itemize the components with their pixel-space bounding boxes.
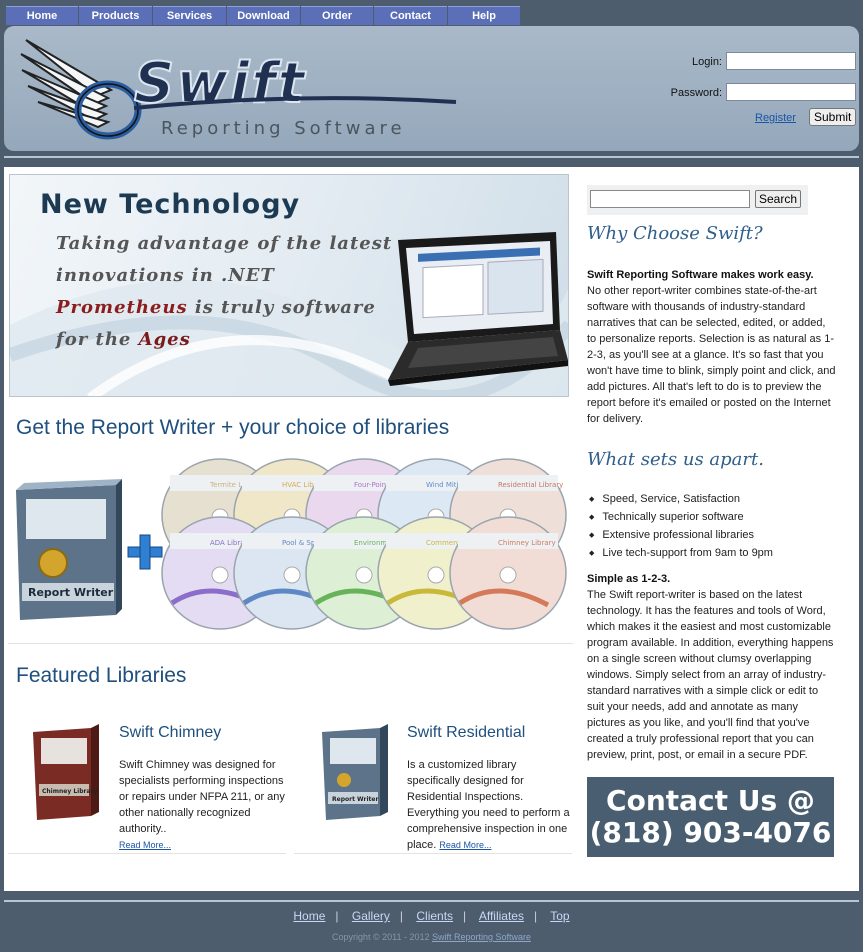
nav-products[interactable]: Products [79, 6, 152, 25]
footer-separator: | [463, 909, 467, 923]
footer-links: Home | Gallery | Clients | Affiliates | Top [0, 909, 863, 923]
simple-lead: Simple as 1-2-3. [587, 573, 671, 585]
why-lead: Swift Reporting Software makes work easy… [587, 269, 814, 281]
search-input[interactable] [590, 190, 750, 208]
feature-divider-right [294, 853, 572, 854]
logo-tagline: Reporting Software [161, 118, 406, 139]
hero-line-4: for the Ages [56, 329, 191, 350]
login-label: Login: [692, 56, 722, 68]
copyright-text: Copyright © 2011 - 2012 [331, 932, 430, 942]
site-header: Swift Reporting Software Login: Password… [4, 26, 859, 151]
footer-top[interactable]: Top [550, 909, 569, 923]
feature-text-residential: Is a customized library specifically des… [407, 757, 572, 853]
nav-contact[interactable]: Contact [374, 6, 447, 25]
login-input[interactable] [726, 52, 856, 70]
main-content: New Technology Taking advantage of the l… [4, 167, 859, 891]
residential-box-label: Report Writer [332, 796, 378, 803]
report-writer-box: Report Writer [16, 479, 122, 620]
chimney-library-box[interactable]: Chimney Library [29, 724, 103, 822]
why-text: Swift Reporting Software makes work easy… [587, 267, 837, 427]
hero-line-1: Taking advantage of the latest [56, 233, 393, 254]
why-heading: Why Choose Swift? [587, 223, 763, 244]
libraries-graphic[interactable]: Report Writer Termite Library HVAC Librar… [8, 455, 573, 635]
feature-desc-chimney: Swift Chimney was designed for specialis… [119, 759, 285, 835]
password-input[interactable] [726, 83, 856, 101]
bullet-item: Speed, Service, Satisfaction [587, 491, 773, 509]
library-disc: Chimney Library [449, 516, 567, 630]
search-button[interactable]: Search [755, 190, 802, 208]
nav-home[interactable]: Home [6, 6, 78, 25]
footer-divider [4, 900, 859, 902]
contact-phone: (818) 903-4076 [589, 816, 832, 849]
hero-product-name: Prometheus [56, 297, 188, 318]
feature-desc-residential: Is a customized library specifically des… [407, 759, 570, 851]
read-more-residential[interactable]: Read More... [439, 840, 491, 850]
hero-line-4-pre: for the [56, 329, 139, 350]
hero-ages: Ages [138, 329, 191, 350]
register-link[interactable]: Register [755, 112, 796, 124]
hero-title: New Technology [40, 189, 301, 220]
residential-library-box[interactable]: Report Writer [318, 724, 392, 822]
footer-home[interactable]: Home [293, 909, 325, 923]
copyright: Copyright © 2011 - 2012 Swift Reporting … [0, 932, 863, 942]
report-writer-box-label: Report Writer [28, 586, 114, 599]
feature-text-chimney: Swift Chimney was designed for specialis… [119, 757, 289, 853]
nav-order[interactable]: Order [301, 6, 373, 25]
footer-separator: | [533, 909, 538, 923]
hero-line-2: innovations in .NET [56, 265, 275, 286]
simple-text: Simple as 1-2-3. The Swift report-writer… [587, 571, 837, 763]
contact-banner[interactable]: Contact Us @ (818) 903-4076 [587, 777, 834, 857]
simple-body: The Swift report-writer is based on the … [587, 589, 834, 761]
nav-help[interactable]: Help [448, 6, 520, 25]
footer-gallery[interactable]: Gallery [352, 909, 390, 923]
section-divider [8, 643, 573, 644]
libraries-heading: Get the Report Writer + your choice of l… [16, 416, 450, 439]
disc-label: Residential Library [498, 481, 563, 489]
apart-heading: What sets us apart. [587, 449, 764, 470]
footer-affiliates[interactable]: Affiliates [479, 909, 524, 923]
nav-services[interactable]: Services [153, 6, 226, 25]
footer-separator: | [399, 909, 404, 923]
feature-bullets: Speed, Service, Satisfaction Technically… [587, 491, 773, 563]
footer-clients[interactable]: Clients [416, 909, 453, 923]
bullet-item: Technically superior software [587, 509, 773, 527]
laptop-image [388, 232, 568, 386]
contact-line-1: Contact Us @ [606, 784, 815, 817]
featured-heading: Featured Libraries [16, 664, 187, 687]
hero-line-3-rest: is truly software [187, 297, 376, 318]
submit-button[interactable]: Submit [809, 108, 857, 126]
hero-line-3: Prometheus is truly software [56, 297, 376, 318]
header-divider [4, 156, 859, 158]
feature-title-residential[interactable]: Swift Residential [407, 724, 525, 742]
disc-label: Chimney Library [498, 539, 556, 547]
search-box: Search [587, 185, 808, 215]
feature-title-chimney[interactable]: Swift Chimney [119, 724, 221, 742]
feature-divider-left [8, 853, 286, 854]
footer-separator: | [335, 909, 339, 923]
chimney-box-label: Chimney Library [42, 788, 97, 795]
password-label: Password: [670, 87, 722, 99]
top-nav: Home Products Services Download Order Co… [6, 6, 521, 25]
hero-banner[interactable]: New Technology Taking advantage of the l… [9, 174, 569, 397]
bullet-item: Live tech-support from 9am to 9pm [587, 545, 773, 563]
plus-icon [127, 534, 163, 570]
copyright-link[interactable]: Swift Reporting Software [432, 932, 531, 942]
nav-download[interactable]: Download [227, 6, 300, 25]
bullet-item: Extensive professional libraries [587, 527, 773, 545]
why-body: No other report-writer combines state-of… [587, 285, 836, 425]
read-more-chimney[interactable]: Read More... [119, 840, 171, 850]
swift-logo[interactable]: Swift Reporting Software [16, 32, 466, 144]
